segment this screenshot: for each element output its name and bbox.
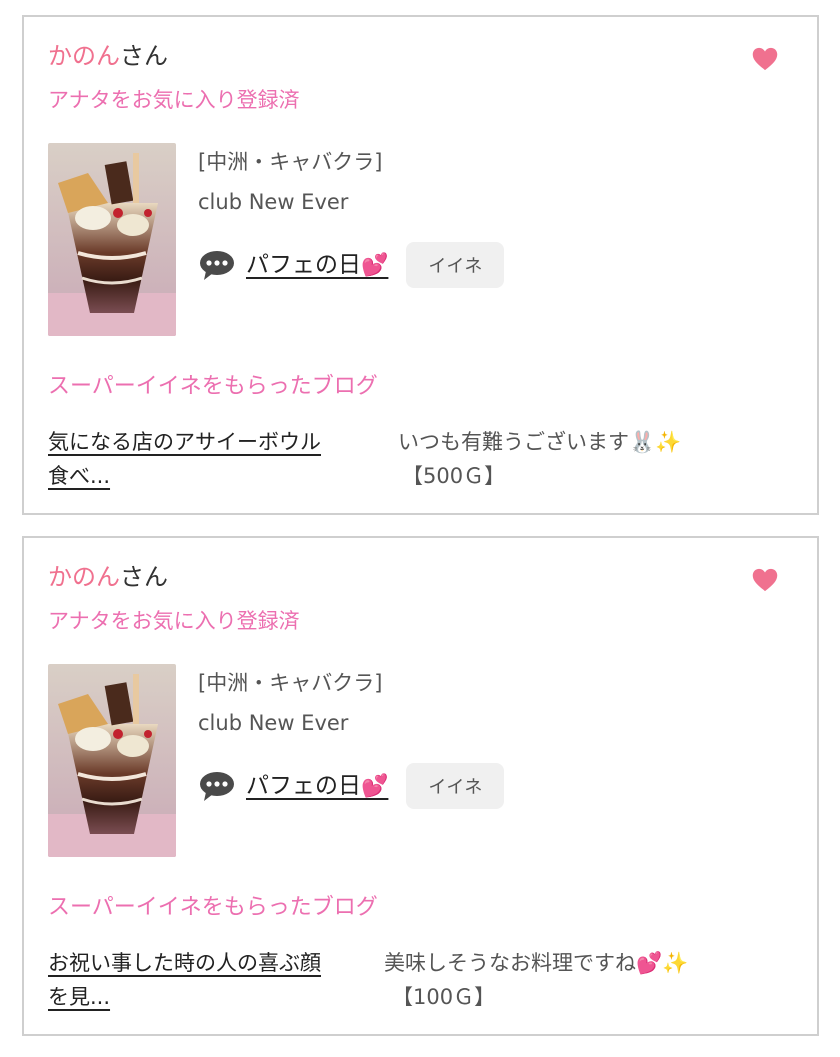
user-name[interactable]: かのん bbox=[48, 42, 120, 70]
super-like-blog-link[interactable]: お祝い事した時の人の喜ぶ顔 を見... bbox=[48, 946, 388, 1014]
blog-thumbnail[interactable] bbox=[48, 143, 176, 336]
user-name-row: かのんさん bbox=[48, 560, 168, 594]
super-like-blog-line2: 食べ... bbox=[48, 464, 111, 488]
heart-icon[interactable] bbox=[751, 566, 779, 594]
super-like-blog-line1: お祝い事した時の人の喜ぶ顔 bbox=[48, 951, 321, 975]
honorific: さん bbox=[120, 42, 168, 70]
blog-title-emoji: 💕 bbox=[361, 252, 389, 278]
super-like-comment: いつも有難うございます🐰✨ bbox=[398, 430, 682, 454]
super-like-comment: 美味しそうなお料理ですね💕✨ bbox=[384, 951, 689, 975]
super-like-points: 【100Ｇ】 bbox=[392, 985, 496, 1009]
shop-name[interactable]: club New Ever bbox=[198, 185, 348, 219]
blog-row: パフェの日💕 イイネ bbox=[198, 242, 505, 288]
user-name[interactable]: かのん bbox=[48, 563, 120, 591]
super-like-heading: スーパーイイネをもらったブログ bbox=[48, 374, 378, 399]
blog-title-text: パフェの日 bbox=[246, 772, 361, 799]
super-like-blog-line1: 気になる店のアサイーボウル bbox=[48, 430, 321, 454]
comment-bubble-icon bbox=[200, 772, 234, 801]
super-like-comment-block: いつも有難うございます🐰✨ 【500Ｇ】 bbox=[398, 425, 798, 493]
blog-title-text: パフェの日 bbox=[246, 251, 361, 278]
super-like-comment-block: 美味しそうなお料理ですね💕✨ 【100Ｇ】 bbox=[384, 946, 784, 1014]
blog-thumbnail[interactable] bbox=[48, 664, 176, 857]
notification-card: かのんさん アナタをお気に入り登録済 [中洲・キャバクラ] club New E… bbox=[22, 536, 819, 1036]
super-like-heading: スーパーイイネをもらったブログ bbox=[48, 895, 378, 920]
notification-card: かのんさん アナタをお気に入り登録済 [中洲・キャバクラ] club New E… bbox=[22, 15, 819, 515]
super-like-blog-line2: を見... bbox=[48, 985, 111, 1009]
blog-row: パフェの日💕 イイネ bbox=[198, 763, 505, 809]
heart-icon[interactable] bbox=[751, 45, 779, 73]
user-name-row: かのんさん bbox=[48, 39, 168, 73]
favorite-status: アナタをお気に入り登録済 bbox=[48, 609, 300, 633]
like-button[interactable]: イイネ bbox=[406, 242, 505, 288]
super-like-points: 【500Ｇ】 bbox=[402, 464, 506, 488]
blog-title-emoji: 💕 bbox=[361, 773, 389, 799]
honorific: さん bbox=[120, 563, 168, 591]
blog-title-link[interactable]: パフェの日💕 bbox=[246, 769, 388, 804]
shop-name[interactable]: club New Ever bbox=[198, 706, 348, 740]
favorite-status: アナタをお気に入り登録済 bbox=[48, 88, 300, 112]
super-like-blog-link[interactable]: 気になる店のアサイーボウル 食べ... bbox=[48, 425, 388, 493]
shop-category: [中洲・キャバクラ] bbox=[198, 671, 383, 695]
shop-category: [中洲・キャバクラ] bbox=[198, 150, 383, 174]
like-button[interactable]: イイネ bbox=[406, 763, 505, 809]
blog-title-link[interactable]: パフェの日💕 bbox=[246, 248, 388, 283]
comment-bubble-icon bbox=[200, 251, 234, 280]
